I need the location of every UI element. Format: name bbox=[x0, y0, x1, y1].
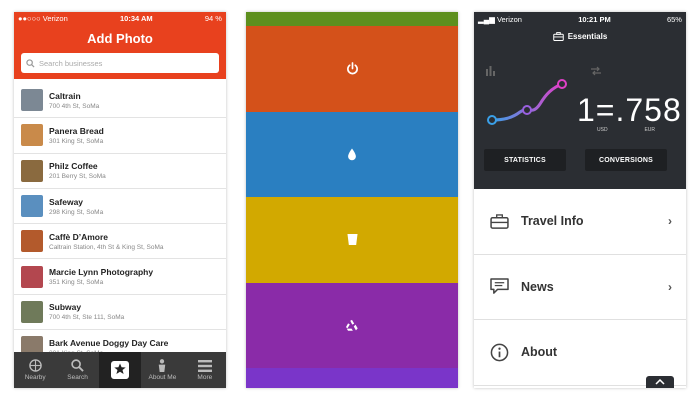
search-placeholder: Search businesses bbox=[39, 58, 103, 68]
search-container: Search businesses bbox=[14, 53, 226, 79]
suitcase-icon bbox=[490, 214, 509, 229]
bottom-strip bbox=[246, 368, 458, 388]
list-item[interactable]: Caffè D’Amore Caltrain Station, 4th St & … bbox=[14, 224, 226, 260]
add-photo-phone: ●●○○○ Verizon 10:34 AM 94 % Add Photo Se… bbox=[14, 12, 226, 388]
menu-item-label: About bbox=[521, 345, 558, 360]
item-name: Philz Coffee bbox=[49, 161, 98, 172]
philz-thumb bbox=[21, 159, 43, 182]
list-item[interactable]: Safeway 298 King St, SoMa bbox=[14, 189, 226, 225]
power-icon bbox=[346, 62, 358, 75]
menu-item-label: News bbox=[521, 279, 554, 294]
list-item[interactable]: Philz Coffee 201 Berry St, SoMa bbox=[14, 154, 226, 189]
info-icon bbox=[490, 343, 509, 362]
tab-label: More bbox=[197, 373, 213, 381]
tab-search[interactable]: Search bbox=[56, 352, 98, 388]
search-input[interactable]: Search businesses bbox=[21, 53, 219, 73]
trend-graph-icon bbox=[487, 79, 567, 125]
time-label: 10:34 AM bbox=[119, 14, 153, 23]
business-list: Caltrain 700 4th St, SoMa Panera Bread 301… bbox=[14, 83, 226, 366]
battery-label: 65% bbox=[666, 14, 682, 24]
tab-nearby[interactable]: Nearby bbox=[14, 352, 56, 388]
water-bar[interactable] bbox=[246, 111, 458, 197]
item-address: Caltrain Station, 4th St & King St, SoMa bbox=[49, 243, 164, 251]
item-address: 700 4th St, SoMa bbox=[49, 102, 100, 110]
item-address: 201 Berry St, SoMa bbox=[49, 173, 106, 181]
tab-more[interactable]: More bbox=[184, 352, 226, 388]
photo-thumb bbox=[21, 265, 43, 288]
rate-value: 1=.758 bbox=[577, 92, 682, 128]
search-icon bbox=[26, 58, 35, 68]
rate-display: 1=.758 USD EUR bbox=[577, 92, 682, 133]
caffe-thumb bbox=[21, 230, 43, 253]
chat-icon bbox=[490, 278, 509, 295]
power-bar[interactable] bbox=[246, 26, 458, 112]
chevron-up-icon bbox=[655, 379, 665, 385]
item-name: Panera Bread bbox=[49, 125, 104, 136]
recycle-icon bbox=[345, 319, 358, 331]
list-item[interactable]: Marcie Lynn Photography 351 King St, SoMa bbox=[14, 259, 226, 295]
pull-up-handle[interactable] bbox=[646, 376, 674, 388]
list-item[interactable]: Subway 700 4th St, Ste 111, SoMa bbox=[14, 295, 226, 331]
tab-label: Nearby bbox=[24, 374, 46, 381]
item-address: 301 King St, SoMa bbox=[49, 137, 104, 145]
list-item[interactable]: Panera Bread 301 King St, SoMa bbox=[14, 118, 226, 154]
item-name: Caffè D’Amore bbox=[49, 231, 109, 242]
item-name: Caltrain bbox=[49, 90, 81, 101]
briefcase-icon bbox=[552, 31, 564, 41]
screenshot-canvas: ●●○○○ Verizon 10:34 AM 94 % Add Photo Se… bbox=[0, 0, 700, 400]
caltrain-thumb bbox=[21, 89, 43, 112]
page-title: Essentials bbox=[474, 26, 686, 46]
tab-label: About Me bbox=[148, 374, 177, 381]
chevron-right-icon: › bbox=[668, 214, 672, 229]
dashboard-panel: ▂▄▆ Verizon 10:21 PM 65% Essentials STAT… bbox=[474, 12, 686, 189]
tab-add-photo[interactable] bbox=[98, 352, 142, 388]
essentials-phone: ▂▄▆ Verizon 10:21 PM 65% Essentials STAT… bbox=[474, 12, 686, 388]
menu-item-travel-info[interactable]: Travel Info › bbox=[474, 189, 686, 255]
top-strip bbox=[246, 12, 458, 26]
tab-about-me[interactable]: About Me bbox=[141, 352, 183, 388]
conversions-button[interactable]: CONVERSIONS bbox=[585, 149, 667, 171]
statistics-button[interactable]: STATISTICS bbox=[484, 149, 566, 171]
subway-thumb bbox=[21, 300, 43, 323]
essentials-menu: Travel Info › News › About bbox=[474, 189, 686, 386]
menu-item-news[interactable]: News › bbox=[474, 255, 686, 320]
status-bar: ●●○○○ Verizon 10:34 AM 94 % bbox=[14, 12, 226, 25]
item-address: 351 King St, SoMa bbox=[49, 279, 104, 287]
item-name: Safeway bbox=[49, 196, 84, 207]
item-name: Marcie Lynn Photography bbox=[49, 267, 154, 278]
carrier-label: ●●○○○ Verizon bbox=[18, 14, 68, 23]
from-currency: USD bbox=[597, 127, 608, 133]
safeway-thumb bbox=[21, 195, 43, 218]
to-currency: EUR bbox=[644, 127, 655, 133]
panera-thumb bbox=[21, 124, 43, 147]
cup-icon bbox=[346, 234, 358, 246]
menu-icon bbox=[197, 359, 212, 372]
cup-bar[interactable] bbox=[246, 197, 458, 283]
chevron-right-icon: › bbox=[668, 279, 672, 294]
search-icon bbox=[71, 359, 84, 372]
title-label: Essentials bbox=[567, 31, 608, 41]
tab-label: Search bbox=[67, 374, 88, 381]
item-address: 298 King St, SoMa bbox=[49, 208, 104, 216]
item-name: Bark Avenue Doggy Day Care bbox=[49, 337, 169, 348]
nearby-icon bbox=[28, 359, 42, 372]
tab-bar: Nearby Search About Me More bbox=[14, 352, 226, 388]
time-label: 10:21 PM bbox=[578, 14, 611, 24]
person-icon bbox=[159, 359, 166, 372]
carrier-label: ▂▄▆ Verizon bbox=[478, 14, 522, 24]
recycle-bar[interactable] bbox=[246, 282, 458, 368]
item-name: Subway bbox=[49, 302, 82, 313]
status-bar: ▂▄▆ Verizon 10:21 PM 65% bbox=[474, 12, 686, 26]
camera-star-icon bbox=[111, 361, 130, 379]
swap-icon bbox=[591, 66, 601, 76]
drop-icon bbox=[348, 148, 356, 161]
bar-chart-icon bbox=[486, 66, 495, 76]
color-bars-phone bbox=[246, 12, 458, 388]
item-address: 700 4th St, Ste 111, SoMa bbox=[49, 314, 125, 322]
list-item[interactable]: Caltrain 700 4th St, SoMa bbox=[14, 83, 226, 119]
conversions-card[interactable]: 1=.758 USD EUR CONVERSIONS bbox=[577, 60, 682, 177]
menu-item-label: Travel Info bbox=[521, 214, 584, 229]
statistics-card[interactable]: STATISTICS bbox=[476, 60, 574, 177]
battery-label: 94 % bbox=[204, 14, 222, 23]
